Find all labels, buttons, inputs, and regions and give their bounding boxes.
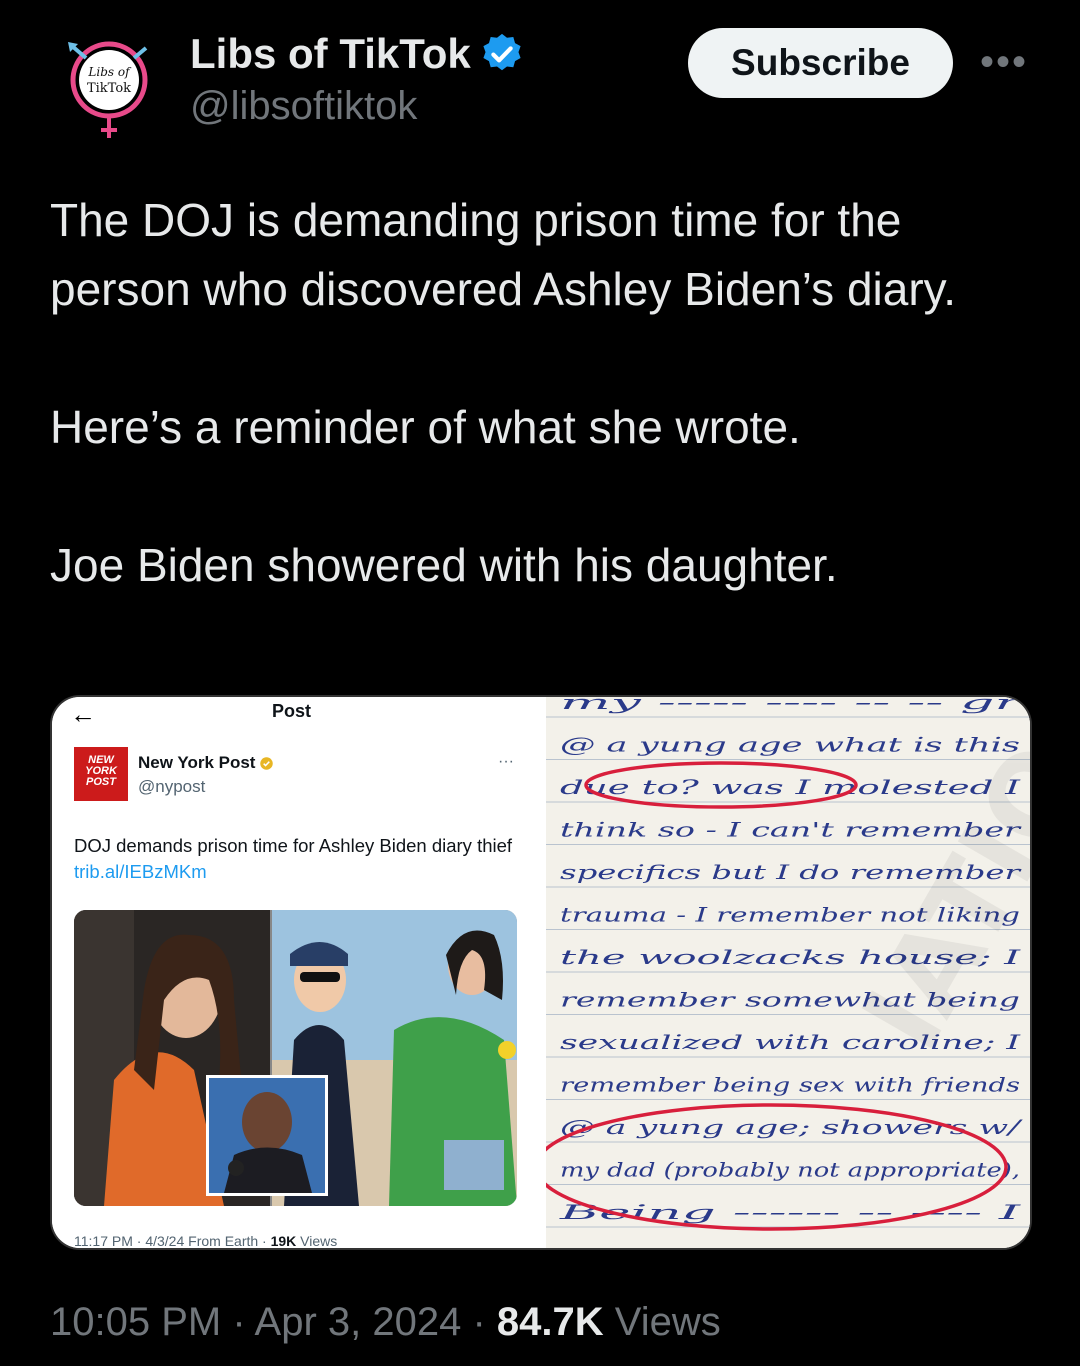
more-options-icon[interactable]: ••• <box>980 40 1028 85</box>
diary-line: @ a yung age what is this <box>560 733 1020 757</box>
tweet-paragraph: The DOJ is demanding prison time for the… <box>50 194 957 315</box>
views-label[interactable]: Views <box>604 1300 721 1344</box>
svg-text:Libs of: Libs of <box>87 65 132 79</box>
author-name[interactable]: Libs of TikTok <box>190 30 471 78</box>
diary-line: remember being sex with friends <box>560 1073 1020 1097</box>
views-count[interactable]: 84.7K <box>497 1300 604 1344</box>
embedded-post-screenshot[interactable]: ← Post NEW YORK POST New York Post @nypost… <box>52 697 540 1249</box>
diary-page-svg: my ----- ---- -- -- gr @ a yung age what … <box>546 697 1030 1248</box>
embedded-meta-views-count: 19K <box>270 1233 297 1249</box>
tweet-timestamp[interactable]: 10:05 PM · Apr 3, 2024 · 84.7K Views <box>50 1300 721 1345</box>
embedded-link: trib.al/IEBzMKm <box>74 861 207 882</box>
author-handle[interactable]: @libsoftiktok <box>190 84 525 129</box>
subscribe-button[interactable]: Subscribe <box>688 28 953 98</box>
diary-line: my dad (probably not appropriate), <box>560 1158 1020 1182</box>
verified-badge-icon <box>479 31 525 77</box>
embedded-meta-views-label: Views <box>296 1233 338 1249</box>
author-block[interactable]: Libs of TikTok @libsoftiktok <box>190 30 525 129</box>
diary-line: my ----- ---- -- -- gr <box>560 697 1024 714</box>
diary-line: Being ------ -- ---- I <box>557 1200 1023 1224</box>
embedded-meta-time: 11:17 PM · 4/3/24 From Earth · <box>74 1233 271 1249</box>
back-arrow-icon: ← <box>70 699 96 729</box>
tweet-paragraph: Here’s a reminder of what she wrote. <box>50 401 801 453</box>
svg-text:TikTok: TikTok <box>87 81 131 96</box>
avatar[interactable]: Libs of TikTok <box>66 40 152 140</box>
diary-line: due to? was I molested I <box>560 775 1022 799</box>
embedded-photo-collage <box>74 910 517 1206</box>
nypost-logo: NEW YORK POST <box>74 747 128 801</box>
embedded-account-name-row: New York Post <box>138 753 274 773</box>
embedded-account-handle: @nypost <box>138 777 206 796</box>
embedded-more-icon: ··· <box>498 753 514 770</box>
gold-verified-icon <box>260 756 274 770</box>
diary-page-image[interactable]: my ----- ---- -- -- gr @ a yung age what … <box>546 697 1030 1248</box>
tweet-media[interactable]: ← Post NEW YORK POST New York Post @nypost… <box>50 695 1032 1250</box>
tweet-paragraph: Joe Biden showered with his daughter. <box>50 539 838 591</box>
timestamp-text[interactable]: 10:05 PM · Apr 3, 2024 · <box>50 1300 497 1344</box>
embedded-account-name: New York Post <box>138 753 256 772</box>
embedded-text-body: DOJ demands prison time for Ashley Biden… <box>74 835 513 856</box>
author-name-row[interactable]: Libs of TikTok <box>190 30 525 78</box>
embedded-post-text: DOJ demands prison time for Ashley Biden… <box>74 833 524 885</box>
embedded-post-meta: 11:17 PM · 4/3/24 From Earth · 19K Views <box>74 1233 338 1249</box>
tweet-text: The DOJ is demanding prison time for the… <box>50 186 1040 600</box>
embedded-header-title: Post <box>272 701 312 721</box>
